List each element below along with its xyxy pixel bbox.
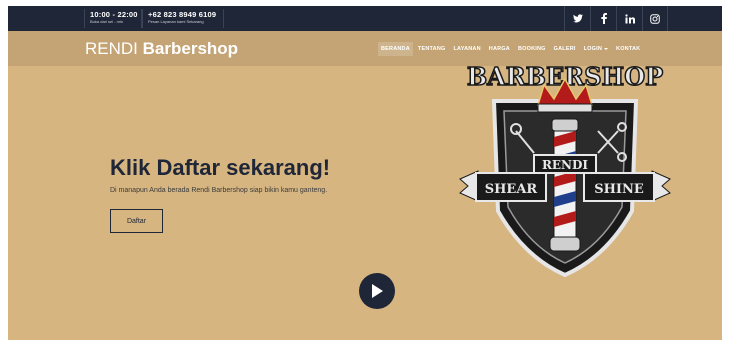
play-icon bbox=[372, 284, 383, 298]
phone-number[interactable]: +62 823 8949 6109 bbox=[148, 10, 218, 19]
brand-name-light: RENDI bbox=[85, 39, 138, 58]
opening-hours: 10:00 - 22:00 Buka dari sel - min bbox=[84, 9, 142, 28]
nav-item-kontak[interactable]: KONTAK bbox=[613, 42, 643, 56]
phone-note: Pesan Layanan kami Sekarang bbox=[148, 19, 204, 24]
brand-logo[interactable]: RENDI Barbershop bbox=[85, 39, 238, 59]
nav-item-login-dropdown[interactable]: LOGIN bbox=[581, 42, 611, 56]
facebook-link[interactable] bbox=[590, 6, 616, 31]
linkedin-icon bbox=[624, 13, 635, 23]
instagram-icon bbox=[650, 13, 660, 24]
twitter-link[interactable] bbox=[564, 6, 590, 31]
facebook-icon bbox=[600, 13, 607, 24]
chevron-down-icon bbox=[604, 47, 609, 50]
hero-section: Klik Daftar sekarang! Di manapun Anda be… bbox=[8, 61, 722, 340]
nav-menu: BERANDA TENTANG LAYANAN HARGA BOOKING GA… bbox=[378, 42, 645, 56]
name-plate-text: RENDI bbox=[542, 158, 588, 172]
crown-band bbox=[537, 103, 593, 113]
daftar-button[interactable]: Daftar bbox=[110, 209, 163, 233]
opening-hours-value: 10:00 - 22:00 bbox=[90, 10, 138, 19]
nav-item-harga[interactable]: HARGA bbox=[486, 42, 513, 56]
nav-item-layanan[interactable]: LAYANAN bbox=[450, 42, 483, 56]
nav-item-booking[interactable]: BOOKING bbox=[515, 42, 549, 56]
barbershop-emblem: BARBERSHOP SHEAR SHINE RENDI bbox=[459, 61, 671, 278]
page-frame: 10:00 - 22:00 Buka dari sel - min +62 82… bbox=[8, 6, 722, 340]
hero-subtext: Di manapun Anda berada Rendi Barbershop … bbox=[110, 187, 328, 194]
ribbon-right-text: SHINE bbox=[594, 182, 644, 197]
pole-base bbox=[549, 236, 581, 252]
instagram-link[interactable] bbox=[642, 6, 668, 31]
play-video-button[interactable] bbox=[359, 273, 395, 309]
phone-contact: +62 823 8949 6109 Pesan Layanan kami Sek… bbox=[142, 9, 224, 28]
nav-item-login-label: LOGIN bbox=[583, 46, 603, 52]
ribbon-left-text: SHEAR bbox=[485, 182, 538, 197]
top-bar: 10:00 - 22:00 Buka dari sel - min +62 82… bbox=[8, 6, 722, 31]
nav-item-galeri[interactable]: GALERI bbox=[551, 42, 579, 56]
opening-hours-note: Buka dari sel - min bbox=[90, 19, 124, 24]
nav-item-beranda[interactable]: BERANDA bbox=[378, 42, 413, 56]
twitter-icon bbox=[572, 14, 583, 23]
hero-headline: Klik Daftar sekarang! bbox=[110, 155, 331, 180]
brand-name-bold: Barbershop bbox=[142, 39, 239, 58]
pole-cap bbox=[551, 118, 579, 132]
linkedin-link[interactable] bbox=[616, 6, 642, 31]
nav-item-tentang[interactable]: TENTANG bbox=[415, 42, 449, 56]
